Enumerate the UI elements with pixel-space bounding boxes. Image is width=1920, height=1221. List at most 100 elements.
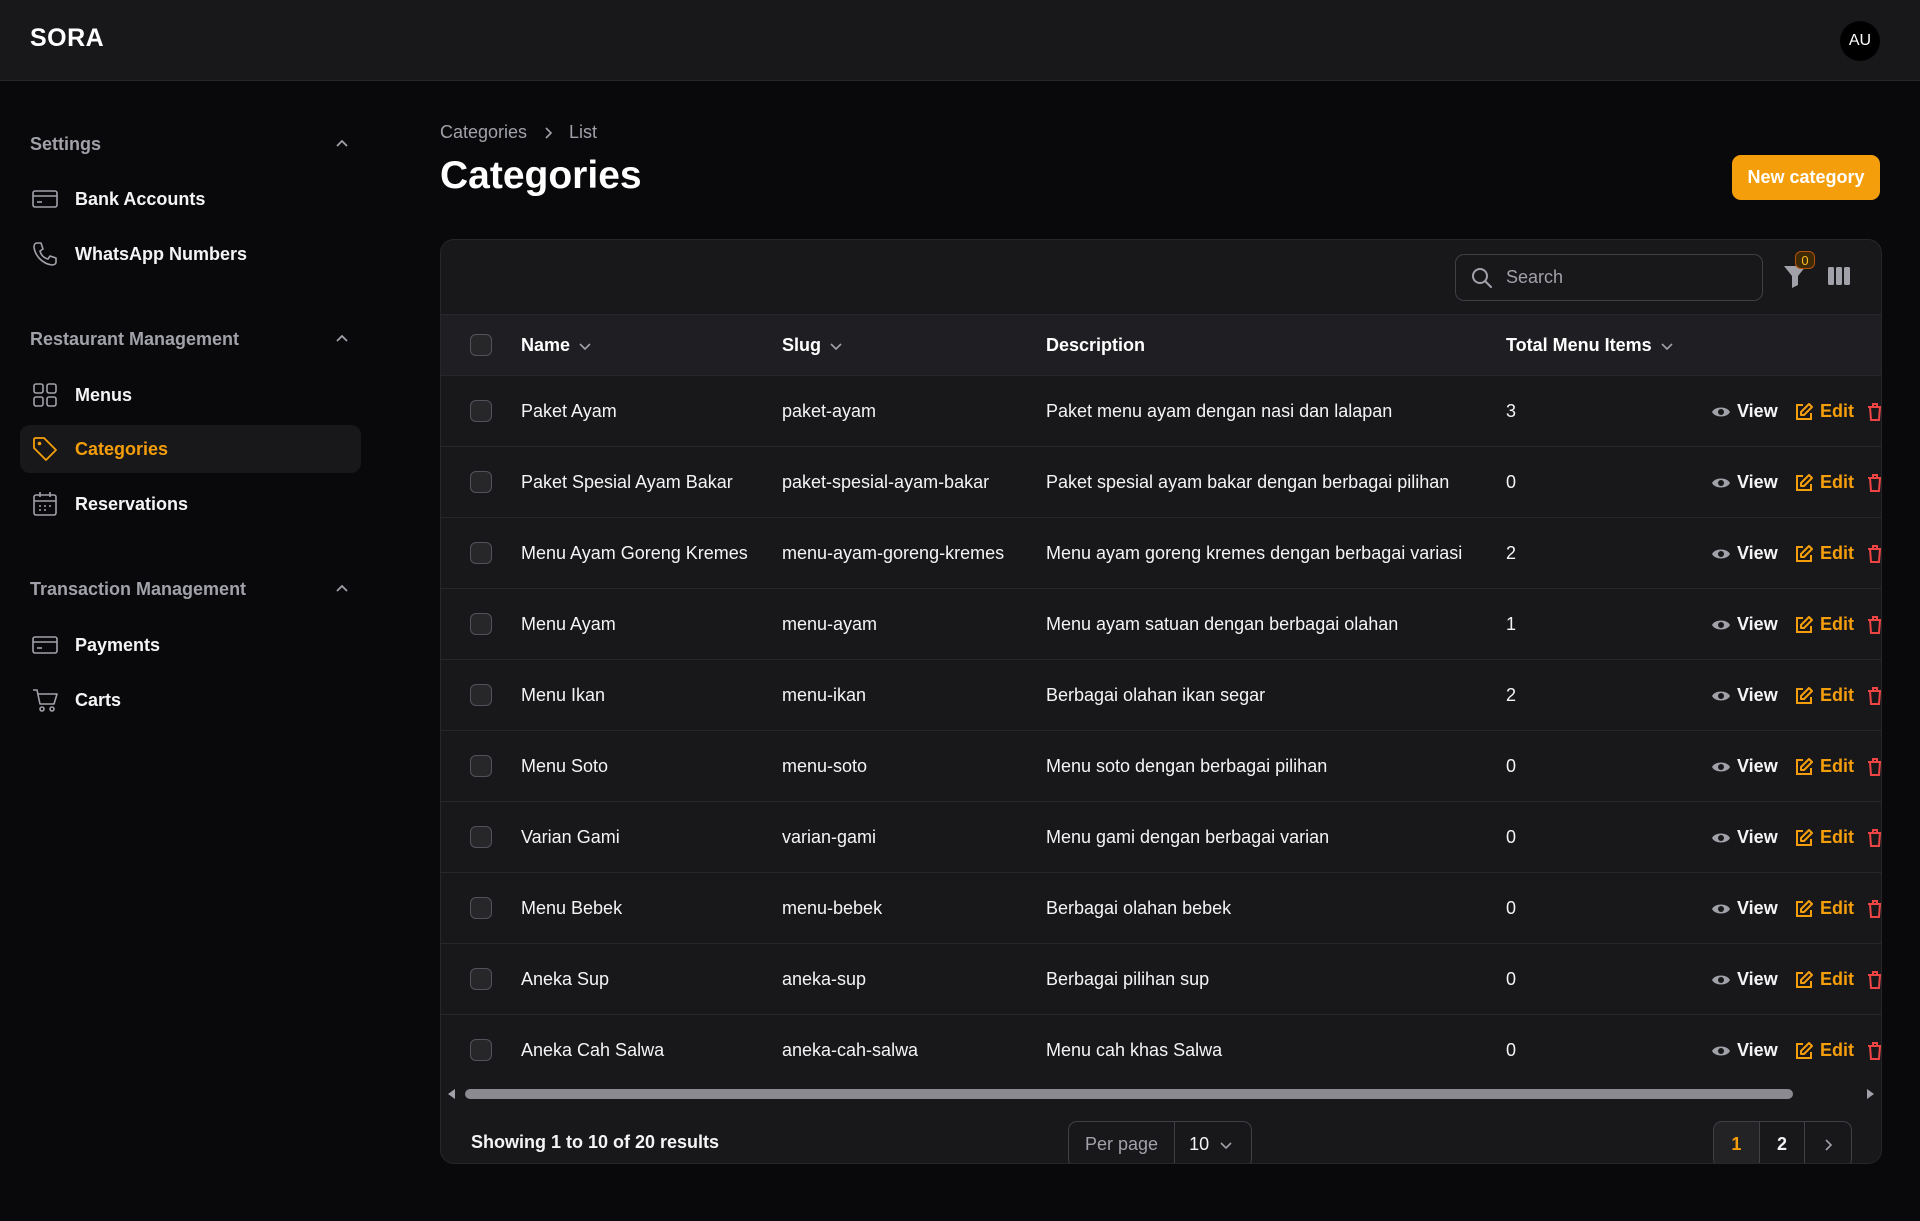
view-button[interactable]: View xyxy=(1711,518,1778,589)
sidebar-item-label: Categories xyxy=(75,438,169,459)
delete-button[interactable] xyxy=(1865,731,1881,802)
sidebar-item-reservations[interactable]: Reservations xyxy=(20,480,361,528)
edit-button[interactable]: Edit xyxy=(1794,376,1854,447)
scrollbar-thumb[interactable] xyxy=(465,1089,1793,1099)
breadcrumb-link-categories[interactable]: Categories xyxy=(440,122,527,143)
sidebar-group-transaction-management[interactable]: Transaction Management xyxy=(30,574,350,604)
view-button[interactable]: View xyxy=(1711,944,1778,1015)
delete-button[interactable] xyxy=(1865,1015,1881,1086)
sidebar-group-restaurant-management[interactable]: Restaurant Management xyxy=(30,324,350,354)
view-button[interactable]: View xyxy=(1711,376,1778,447)
select-all-checkbox[interactable] xyxy=(470,334,492,356)
table-row[interactable]: Aneka Sup aneka-sup Berbagai pilihan sup… xyxy=(441,944,1881,1015)
next-page-button[interactable] xyxy=(1805,1122,1851,1163)
row-checkbox[interactable] xyxy=(470,400,492,422)
table-row[interactable]: Menu Ayam menu-ayam Menu ayam satuan den… xyxy=(441,589,1881,660)
eye-icon xyxy=(1712,620,1730,629)
view-button[interactable]: View xyxy=(1711,731,1778,802)
delete-button[interactable] xyxy=(1865,376,1881,447)
view-button[interactable]: View xyxy=(1711,873,1778,944)
scroll-right-icon[interactable] xyxy=(1865,1089,1875,1099)
table-row[interactable]: Paket Ayam paket-ayam Paket menu ayam de… xyxy=(441,376,1881,447)
row-checkbox[interactable] xyxy=(470,1039,492,1061)
cell-slug: menu-ayam-goreng-kremes xyxy=(782,543,1005,563)
delete-button[interactable] xyxy=(1865,802,1881,873)
cell-total-menu-items: 3 xyxy=(1506,401,1517,421)
edit-button[interactable]: Edit xyxy=(1794,447,1854,518)
scroll-left-icon[interactable] xyxy=(447,1089,457,1099)
page-button-2[interactable]: 2 xyxy=(1760,1122,1806,1163)
edit-button[interactable]: Edit xyxy=(1794,660,1854,731)
brand-logo[interactable]: SORA xyxy=(30,24,104,53)
sidebar-item-label: Menus xyxy=(75,384,133,405)
delete-button[interactable] xyxy=(1865,660,1881,731)
table-row[interactable]: Varian Gami varian-gami Menu gami dengan… xyxy=(441,802,1881,873)
sidebar-item-menus[interactable]: Menus xyxy=(20,371,361,419)
horizontal-scrollbar[interactable] xyxy=(441,1084,1881,1104)
sidebar-item-payments[interactable]: Payments xyxy=(20,621,361,669)
view-label: View xyxy=(1737,898,1778,918)
row-checkbox[interactable] xyxy=(470,826,492,848)
new-category-button[interactable]: New category xyxy=(1732,155,1880,200)
row-checkbox[interactable] xyxy=(470,684,492,706)
delete-button[interactable] xyxy=(1865,447,1881,518)
per-page-select[interactable]: Per page 10 xyxy=(1068,1121,1252,1163)
cell-description: Berbagai olahan ikan segar xyxy=(1046,685,1266,705)
search-input[interactable] xyxy=(1506,267,1746,288)
view-button[interactable]: View xyxy=(1711,802,1778,873)
row-checkbox[interactable] xyxy=(470,471,492,493)
view-button[interactable]: View xyxy=(1711,660,1778,731)
row-checkbox[interactable] xyxy=(470,968,492,990)
results-summary: Showing 1 to 10 of 20 results xyxy=(471,1132,720,1152)
edit-label: Edit xyxy=(1820,614,1854,634)
view-label: View xyxy=(1737,472,1778,492)
view-button[interactable]: View xyxy=(1711,447,1778,518)
chevron-right-icon xyxy=(1825,1138,1833,1151)
delete-button[interactable] xyxy=(1865,518,1881,589)
table-row[interactable]: Aneka Cah Salwa aneka-cah-salwa Menu cah… xyxy=(441,1015,1881,1086)
edit-button[interactable]: Edit xyxy=(1794,1015,1854,1086)
search-box[interactable] xyxy=(1455,254,1763,301)
column-header-total-menu-items[interactable]: Total Menu Items xyxy=(1506,315,1674,376)
sidebar-group-settings[interactable]: Settings xyxy=(30,129,350,159)
row-checkbox[interactable] xyxy=(470,755,492,777)
table-row[interactable]: Paket Spesial Ayam Bakar paket-spesial-a… xyxy=(441,447,1881,518)
table-row[interactable]: Menu Bebek menu-bebek Berbagai olahan be… xyxy=(441,873,1881,944)
row-checkbox[interactable] xyxy=(470,542,492,564)
edit-button[interactable]: Edit xyxy=(1794,802,1854,873)
column-header-name[interactable]: Name xyxy=(521,315,592,376)
view-button[interactable]: View xyxy=(1711,1015,1778,1086)
edit-button[interactable]: Edit xyxy=(1794,589,1854,660)
eye-icon xyxy=(1712,1046,1730,1055)
credit-card-icon xyxy=(31,631,59,659)
cell-slug: paket-ayam xyxy=(782,401,877,421)
sidebar-item-whatsapp-numbers[interactable]: WhatsApp Numbers xyxy=(20,230,361,278)
table-row[interactable]: Menu Ayam Goreng Kremes menu-ayam-goreng… xyxy=(441,518,1881,589)
sidebar-item-label: WhatsApp Numbers xyxy=(75,243,248,264)
cell-slug: menu-ayam xyxy=(782,614,878,634)
view-button[interactable]: View xyxy=(1711,589,1778,660)
sidebar-item-carts[interactable]: Carts xyxy=(20,676,361,724)
delete-button[interactable] xyxy=(1865,873,1881,944)
per-page-label: Per page xyxy=(1069,1122,1176,1163)
delete-button[interactable] xyxy=(1865,589,1881,660)
cell-name: Paket Ayam xyxy=(521,401,617,421)
row-checkbox[interactable] xyxy=(470,897,492,919)
user-avatar[interactable]: AU xyxy=(1840,21,1880,61)
delete-button[interactable] xyxy=(1865,944,1881,1015)
per-page-value-wrap[interactable]: 10 xyxy=(1175,1134,1233,1155)
view-label: View xyxy=(1737,756,1778,776)
table-row[interactable]: Menu Soto menu-soto Menu soto dengan ber… xyxy=(441,731,1881,802)
edit-button[interactable]: Edit xyxy=(1794,944,1854,1015)
sidebar-item-categories[interactable]: Categories xyxy=(20,425,361,473)
sidebar-item-bank-accounts[interactable]: Bank Accounts xyxy=(20,175,361,223)
edit-button[interactable]: Edit xyxy=(1794,731,1854,802)
row-checkbox[interactable] xyxy=(470,613,492,635)
columns-icon[interactable] xyxy=(1825,262,1853,290)
column-header-slug[interactable]: Slug xyxy=(782,315,843,376)
table-row[interactable]: Menu Ikan menu-ikan Berbagai olahan ikan… xyxy=(441,660,1881,731)
search-icon xyxy=(1472,267,1492,288)
edit-button[interactable]: Edit xyxy=(1794,518,1854,589)
page-button-1[interactable]: 1 xyxy=(1714,1122,1760,1163)
edit-button[interactable]: Edit xyxy=(1794,873,1854,944)
